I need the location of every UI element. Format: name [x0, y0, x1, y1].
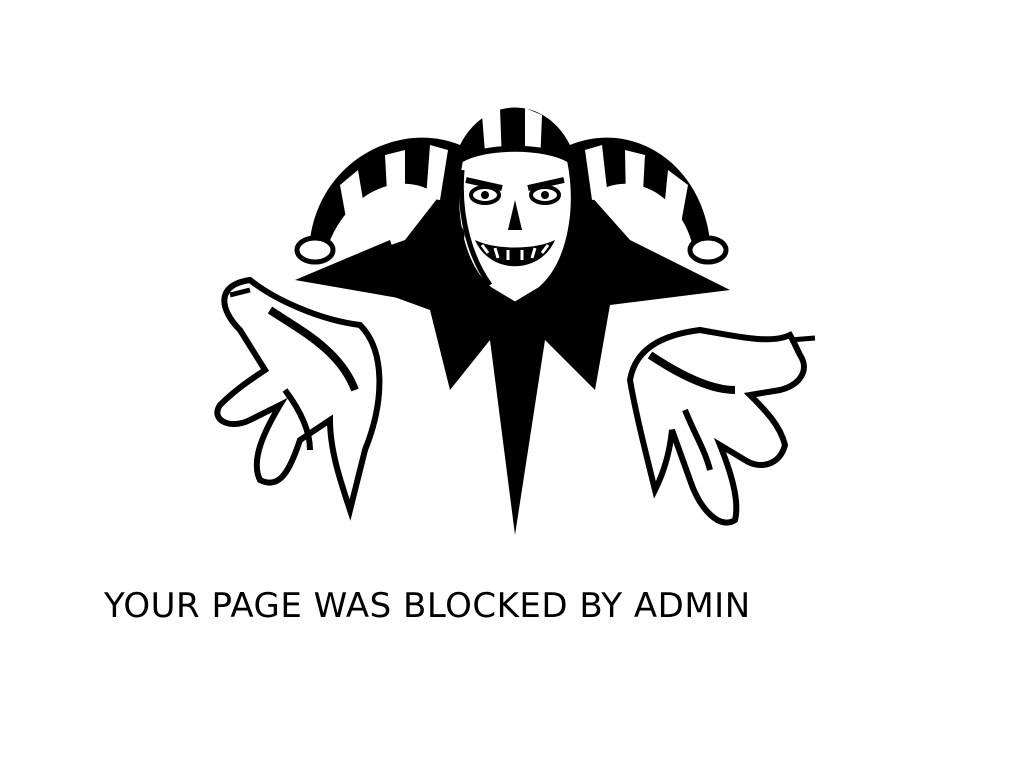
- jester-right-hand: [626, 326, 816, 526]
- jester-left-hand: [214, 276, 383, 521]
- blocked-message: YOUR PAGE WAS BLOCKED BY ADMIN: [104, 586, 751, 626]
- jester-icon: [214, 107, 816, 535]
- blocked-page: YOUR PAGE WAS BLOCKED BY ADMIN: [0, 0, 1024, 768]
